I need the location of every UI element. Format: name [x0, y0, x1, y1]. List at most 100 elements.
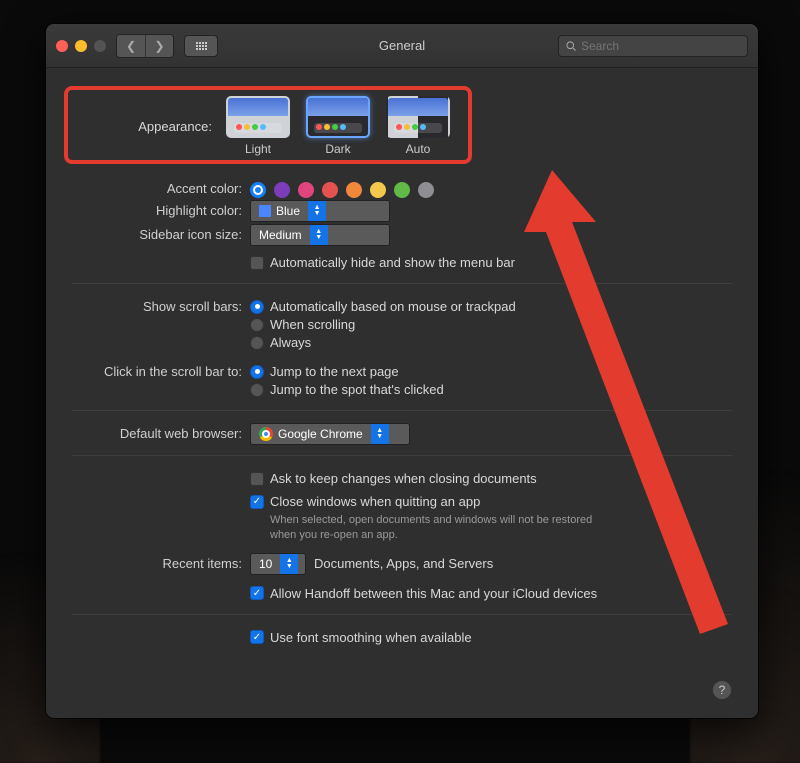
radio-icon	[250, 383, 264, 397]
recent-value: 10	[259, 557, 272, 571]
radio-icon	[250, 318, 264, 332]
stepper-arrows-icon: ▲▼	[310, 225, 328, 245]
accent-swatch-3[interactable]	[322, 182, 338, 198]
content-area: Appearance: Light Dark Auto	[46, 68, 758, 718]
accent-swatch-0[interactable]	[250, 182, 266, 198]
stepper-arrows-icon: ▲▼	[308, 201, 326, 221]
scroll-click-next-label: Jump to the next page	[270, 364, 399, 379]
checkbox-icon	[250, 472, 264, 486]
checkbox-icon	[250, 256, 264, 270]
appearance-auto-label: Auto	[386, 142, 450, 156]
accent-label: Accent color:	[72, 178, 250, 196]
close-windows-hint: When selected, open documents and window…	[270, 513, 610, 543]
appearance-highlight-box: Appearance: Light Dark Auto	[64, 86, 472, 164]
nav-group: ❮ ❯	[116, 34, 174, 58]
appearance-label: Appearance:	[78, 119, 212, 134]
ask-changes-row: Ask to keep changes when closing documen…	[72, 468, 732, 489]
highlight-value: Blue	[276, 204, 300, 218]
help-icon: ?	[719, 683, 726, 697]
scrollbars-row: Show scroll bars: Automatically based on…	[72, 296, 732, 353]
back-button[interactable]: ❮	[117, 35, 145, 57]
appearance-light-label: Light	[226, 142, 290, 156]
accent-swatch-7[interactable]	[418, 182, 434, 198]
separator	[72, 455, 732, 456]
close-windows-label: Close windows when quitting an app	[270, 494, 480, 509]
accent-swatches	[250, 178, 732, 198]
radio-icon	[250, 336, 264, 350]
accent-row: Accent color:	[72, 178, 732, 198]
checkbox-icon: ✓	[250, 630, 264, 644]
scrollbars-auto-label: Automatically based on mouse or trackpad	[270, 299, 516, 314]
highlight-swatch-icon	[259, 205, 271, 217]
browser-label: Default web browser:	[72, 423, 250, 441]
search-field[interactable]	[558, 35, 748, 57]
ask-changes-checkbox[interactable]: Ask to keep changes when closing documen…	[250, 471, 732, 486]
checkbox-icon: ✓	[250, 495, 264, 509]
handoff-row: ✓Allow Handoff between this Mac and your…	[72, 583, 732, 604]
radio-icon	[250, 300, 264, 314]
recent-label: Recent items:	[72, 553, 250, 571]
scroll-click-row: Click in the scroll bar to: Jump to the …	[72, 361, 732, 400]
recent-select[interactable]: 10 ▲▼	[250, 553, 306, 575]
scroll-click-next[interactable]: Jump to the next page	[250, 364, 732, 379]
scroll-click-spot[interactable]: Jump to the spot that's clicked	[250, 382, 732, 397]
highlight-select[interactable]: Blue ▲▼	[250, 200, 390, 222]
show-all-button[interactable]	[184, 35, 218, 57]
accent-swatch-4[interactable]	[346, 182, 362, 198]
accent-swatch-1[interactable]	[274, 182, 290, 198]
appearance-dark-label: Dark	[306, 142, 370, 156]
search-icon	[565, 40, 577, 52]
appearance-dark[interactable]: Dark	[306, 96, 370, 156]
close-button[interactable]	[56, 40, 68, 52]
scroll-click-label: Click in the scroll bar to:	[72, 361, 250, 379]
preferences-window: ❮ ❯ General Appearance: Light	[46, 24, 758, 718]
sidebar-size-row: Sidebar icon size: Medium ▲▼	[72, 224, 732, 246]
close-windows-checkbox[interactable]: ✓ Close windows when quitting an app	[250, 494, 732, 509]
sidebar-size-label: Sidebar icon size:	[72, 224, 250, 242]
scrollbars-scrolling-label: When scrolling	[270, 317, 355, 332]
titlebar: ❮ ❯ General	[46, 24, 758, 68]
minimize-button[interactable]	[75, 40, 87, 52]
appearance-light[interactable]: Light	[226, 96, 290, 156]
handoff-label: Allow Handoff between this Mac and your …	[270, 586, 597, 601]
scrollbars-scrolling[interactable]: When scrolling	[250, 317, 732, 332]
browser-select[interactable]: Google Chrome ▲▼	[250, 423, 410, 445]
font-smoothing-checkbox[interactable]: ✓ Use font smoothing when available	[250, 630, 732, 645]
stepper-arrows-icon: ▲▼	[280, 554, 298, 574]
handoff-checkbox[interactable]: ✓Allow Handoff between this Mac and your…	[250, 586, 732, 601]
scrollbars-always-label: Always	[270, 335, 311, 350]
browser-row: Default web browser: Google Chrome ▲▼	[72, 423, 732, 445]
chrome-icon	[259, 427, 273, 441]
scrollbars-always[interactable]: Always	[250, 335, 732, 350]
forward-button[interactable]: ❯	[145, 35, 173, 57]
sidebar-size-select[interactable]: Medium ▲▼	[250, 224, 390, 246]
appearance-row: Appearance: Light Dark Auto	[72, 86, 732, 164]
scrollbars-label: Show scroll bars:	[72, 296, 250, 314]
radio-icon	[250, 365, 264, 379]
traffic-lights	[56, 40, 106, 52]
menu-autohide-checkbox[interactable]: Automatically hide and show the menu bar	[250, 255, 732, 270]
zoom-button[interactable]	[94, 40, 106, 52]
highlight-row: Highlight color: Blue ▲▼	[72, 200, 732, 222]
font-smoothing-label: Use font smoothing when available	[270, 630, 472, 645]
menu-autohide-label: Automatically hide and show the menu bar	[270, 255, 515, 270]
sidebar-size-value: Medium	[259, 228, 302, 242]
scrollbars-auto[interactable]: Automatically based on mouse or trackpad	[250, 299, 732, 314]
separator	[72, 410, 732, 411]
grid-icon	[196, 42, 207, 50]
help-button[interactable]: ?	[712, 680, 732, 700]
font-smoothing-row: ✓ Use font smoothing when available	[72, 627, 732, 648]
menu-autohide-row: Automatically hide and show the menu bar	[72, 252, 732, 273]
accent-swatch-6[interactable]	[394, 182, 410, 198]
highlight-label: Highlight color:	[72, 200, 250, 218]
scroll-click-spot-label: Jump to the spot that's clicked	[270, 382, 444, 397]
recent-suffix: Documents, Apps, and Servers	[314, 556, 493, 571]
accent-swatch-5[interactable]	[370, 182, 386, 198]
recent-row: Recent items: 10 ▲▼ Documents, Apps, and…	[72, 553, 732, 575]
accent-swatch-2[interactable]	[298, 182, 314, 198]
appearance-thumbs: Light Dark Auto	[226, 96, 450, 156]
separator	[72, 614, 732, 615]
appearance-auto[interactable]: Auto	[386, 96, 450, 156]
search-input[interactable]	[581, 39, 741, 53]
separator	[72, 283, 732, 284]
